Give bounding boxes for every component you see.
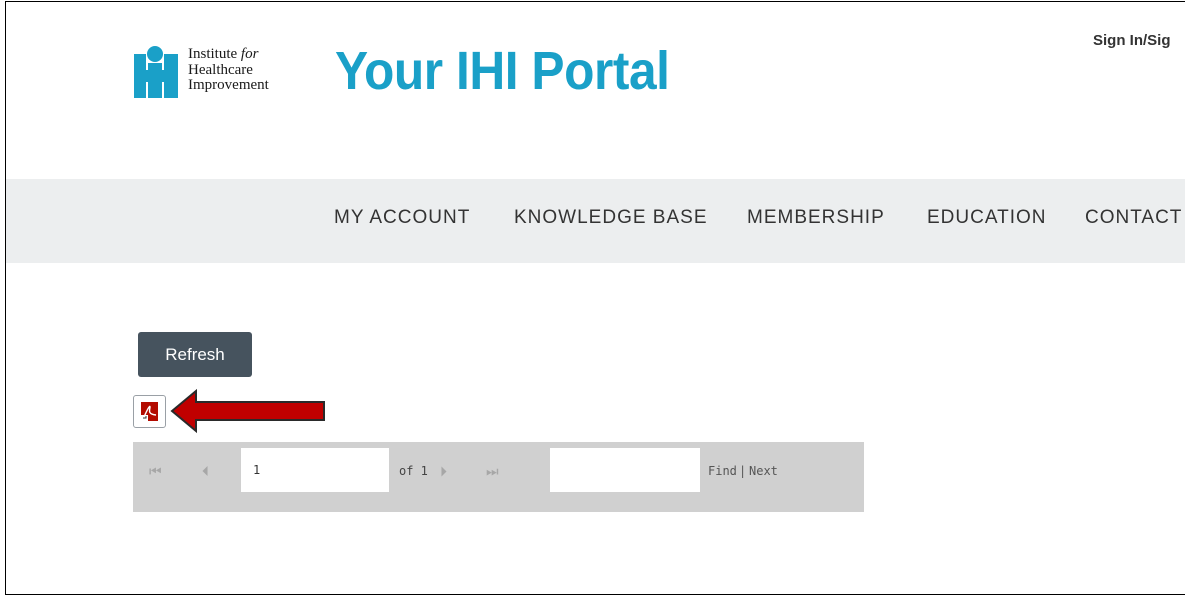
- find-text-input[interactable]: [550, 448, 700, 492]
- next-page-icon[interactable]: ⏵: [440, 463, 447, 480]
- find-next-link[interactable]: Next: [749, 464, 778, 478]
- first-page-icon[interactable]: ⏮: [149, 463, 162, 480]
- logo-line-1: Institute: [188, 46, 238, 62]
- logo-line-1-italic: for: [240, 46, 259, 62]
- main-nav: MY ACCOUNT KNOWLEDGE BASE MEMBERSHIP EDU…: [6, 179, 1185, 263]
- pdf-export-icon: [141, 402, 158, 421]
- nav-item-membership[interactable]: MEMBERSHIP: [747, 207, 885, 229]
- ihi-logo-mark-icon: [134, 46, 178, 98]
- refresh-button[interactable]: Refresh: [138, 332, 252, 377]
- find-link[interactable]: Find: [708, 464, 737, 478]
- last-page-icon[interactable]: ⏭: [486, 463, 499, 480]
- nav-item-contact[interactable]: CONTACT: [1085, 207, 1182, 229]
- nav-item-education[interactable]: EDUCATION: [927, 207, 1046, 229]
- page-count-label: of 1: [399, 464, 428, 478]
- report-viewer-toolbar: ⏮ ⏴ 1 of 1 ⏵ ⏭ Find | Next: [133, 442, 864, 512]
- pdf-export-button[interactable]: [133, 395, 166, 428]
- nav-item-knowledge-base[interactable]: KNOWLEDGE BASE: [514, 207, 708, 229]
- find-separator: |: [739, 464, 747, 478]
- logo-wordmark: Institute for Healthcare Improvement: [188, 46, 298, 94]
- nav-item-my-account[interactable]: MY ACCOUNT: [334, 207, 470, 229]
- annotation-arrow-icon: [170, 388, 325, 434]
- logo-line-2: Healthcare: [188, 61, 253, 78]
- logo-line-3: Improvement: [188, 77, 269, 93]
- portal-title: Your IHI Portal: [335, 41, 670, 101]
- current-page-input[interactable]: 1: [241, 448, 389, 492]
- sign-in-link[interactable]: Sign In/Sig: [1093, 32, 1171, 49]
- browser-viewport: Institute for Healthcare Improvement You…: [5, 1, 1185, 595]
- previous-page-icon[interactable]: ⏴: [202, 463, 209, 480]
